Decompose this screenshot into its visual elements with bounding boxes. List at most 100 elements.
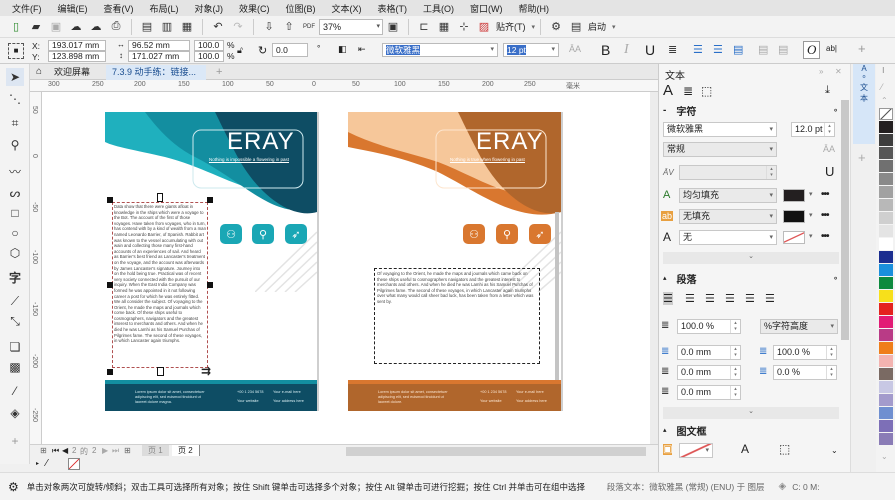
palette-color-swatch[interactable] bbox=[879, 329, 893, 341]
menu-bitmaps[interactable]: 位图(B) bbox=[286, 2, 316, 15]
palette-color-swatch[interactable] bbox=[879, 316, 893, 328]
palette-color-swatch[interactable] bbox=[879, 238, 893, 250]
text-align-icon[interactable]: ≣ bbox=[668, 43, 677, 56]
outline-width-select[interactable]: 无 ▾ bbox=[679, 230, 777, 245]
freehand-tool-icon[interactable]: 〰 bbox=[6, 162, 24, 180]
text-overflow-tab-top[interactable] bbox=[157, 193, 163, 202]
selection-handle[interactable] bbox=[107, 369, 113, 375]
palette-color-swatch[interactable] bbox=[879, 394, 893, 406]
spin-arrows-icon[interactable]: ▴ ▾ bbox=[730, 366, 740, 379]
grid-icon[interactable]: ▦ bbox=[436, 19, 452, 35]
options-gear-icon[interactable]: ⚙ bbox=[548, 19, 564, 35]
chevron-down-icon[interactable]: ▾ bbox=[809, 190, 813, 198]
word-spacing-input[interactable]: 0.0 % ▴ ▾ bbox=[773, 365, 837, 380]
menu-window[interactable]: 窗口(W) bbox=[470, 2, 503, 15]
frame-section-header[interactable]: ▴ 图文框 bbox=[663, 422, 839, 438]
palette-menu-icon[interactable]: ⁝ bbox=[882, 66, 885, 75]
page-1-body-text-frame[interactable]: Data show that there were giants afloat … bbox=[112, 202, 208, 368]
docker-close-icon[interactable]: ✕ bbox=[835, 67, 842, 76]
page-2-body-text-frame[interactable]: Of voyaging to the Orient, he made the m… bbox=[374, 268, 540, 364]
pdf-icon[interactable]: PDF bbox=[301, 19, 317, 35]
cloud-export-icon[interactable]: ☁ bbox=[88, 19, 104, 35]
snap-to-button[interactable]: 贴齐(T) bbox=[496, 20, 526, 33]
zoom-tool-icon[interactable]: ⚲ bbox=[6, 136, 24, 154]
opentype-button[interactable]: O bbox=[803, 41, 821, 59]
palette-color-swatch[interactable] bbox=[879, 160, 893, 172]
palette-color-swatch[interactable] bbox=[879, 290, 893, 302]
text-tool-icon[interactable]: 字 bbox=[6, 268, 24, 286]
no-color-swatch[interactable] bbox=[68, 458, 80, 470]
palette-color-swatch[interactable] bbox=[879, 420, 893, 432]
font-family-select[interactable]: 微软雅黑 ▾ bbox=[382, 43, 498, 57]
add-icon[interactable]: + bbox=[858, 41, 866, 56]
horizontal-scrollbar[interactable] bbox=[346, 447, 646, 456]
outline-color-swatch[interactable] bbox=[783, 231, 805, 244]
home-icon[interactable]: ⌂ bbox=[36, 66, 42, 77]
vertical-scrollbar[interactable] bbox=[650, 92, 658, 444]
vertical-ruler[interactable]: 50 0 -50 -100 -150 -200 -250 bbox=[30, 92, 42, 444]
left-indent-input[interactable]: 0.0 mm ▴ ▾ bbox=[677, 345, 741, 360]
font-size-select[interactable]: 12 pt ▾ bbox=[503, 43, 559, 57]
apply-to-all-icon[interactable]: ⤓ bbox=[825, 84, 830, 97]
background-fill-type-select[interactable]: 无填充 ▾ bbox=[679, 209, 777, 224]
text-docker-tab[interactable]: Aᵒ文本 bbox=[853, 64, 875, 144]
horizontal-ruler[interactable]: 300 250 200 150 100 50 0 50 100 150 200 … bbox=[30, 80, 658, 92]
frame-background-icon[interactable]: ▣ bbox=[663, 444, 673, 455]
bullet-list-icon[interactable]: ☰ bbox=[693, 43, 703, 56]
paragraph-tab-icon[interactable]: ≣ bbox=[683, 84, 693, 98]
menu-text[interactable]: 文本(X) bbox=[332, 2, 362, 15]
font-family-list[interactable]: 微软雅黑 ▾ bbox=[663, 122, 777, 137]
menu-table[interactable]: 表格(T) bbox=[378, 2, 408, 15]
new-document-icon[interactable]: ▯ bbox=[8, 19, 24, 35]
ellipse-tool-icon[interactable]: ○ bbox=[6, 224, 24, 242]
palette-color-swatch[interactable] bbox=[879, 225, 893, 237]
tab-welcome-screen[interactable]: 欢迎屏幕 bbox=[48, 65, 96, 80]
text-flow-tab-bottom[interactable] bbox=[157, 367, 164, 376]
rulers-icon[interactable]: ⊏ bbox=[416, 19, 432, 35]
docker-scrollbar[interactable] bbox=[841, 100, 849, 340]
palette-color-swatch[interactable] bbox=[879, 433, 893, 445]
add-page-after-icon[interactable]: ⊞ bbox=[124, 446, 131, 455]
palette-color-swatch[interactable] bbox=[879, 381, 893, 393]
open-icon[interactable]: ▰ bbox=[28, 19, 44, 35]
palette-color-swatch[interactable] bbox=[879, 264, 893, 276]
copy-icon[interactable]: ▥ bbox=[159, 19, 175, 35]
guidelines-icon[interactable]: ⊹ bbox=[456, 19, 472, 35]
first-page-icon[interactable]: ⏮ bbox=[52, 446, 59, 456]
interactive-fill-icon[interactable]: ◈ bbox=[6, 404, 24, 422]
font-size-increase-icon[interactable]: ĀA bbox=[569, 44, 581, 54]
scroll-down-icon[interactable]: ⌄ bbox=[831, 446, 838, 455]
export-icon[interactable]: ⇧ bbox=[281, 19, 297, 35]
page-1-flyer[interactable]: ERAY Nothing is impossible a flowering i… bbox=[105, 112, 317, 411]
numbered-list-icon[interactable]: ☰ bbox=[713, 43, 723, 56]
expand-arrow-icon[interactable]: ▸ bbox=[36, 460, 39, 467]
palette-color-swatch[interactable] bbox=[879, 407, 893, 419]
add-tool-icon[interactable]: + bbox=[6, 432, 24, 450]
palette-color-swatch[interactable] bbox=[879, 173, 893, 185]
chevron-down-icon[interactable]: ▾ bbox=[532, 23, 536, 31]
selection-handle[interactable] bbox=[207, 282, 213, 288]
drop-cap-icon[interactable]: ▤ bbox=[733, 43, 743, 56]
scale-x-input[interactable]: 100.0 bbox=[194, 40, 224, 51]
settings-dot-icon[interactable]: ⚬ bbox=[832, 106, 839, 115]
align-center-icon[interactable]: ☰ bbox=[705, 292, 715, 305]
rotation-input[interactable]: 0.0 bbox=[272, 43, 308, 57]
next-page-icon[interactable]: ▶ bbox=[102, 446, 108, 455]
first-line-indent-input[interactable]: 0.0 mm ▴ ▾ bbox=[677, 365, 741, 380]
y-position-input[interactable]: 123.898 mm bbox=[48, 51, 106, 62]
shape-tool-icon[interactable]: ⋱ bbox=[6, 90, 24, 108]
print-icon[interactable]: ⎙ bbox=[108, 19, 124, 35]
chevron-down-icon[interactable]: ▾ bbox=[612, 23, 616, 31]
tab-document[interactable]: 7.3.9 动手练：链接... bbox=[106, 65, 206, 80]
menu-effects[interactable]: 效果(C) bbox=[239, 2, 270, 15]
selection-handle[interactable] bbox=[207, 197, 213, 203]
force-justify-icon[interactable]: ☰ bbox=[765, 292, 775, 305]
justify-full-icon[interactable]: ☰ bbox=[745, 292, 755, 305]
full-screen-icon[interactable]: ▣ bbox=[385, 19, 401, 35]
palette-color-swatch[interactable] bbox=[879, 251, 893, 263]
zoom-level-select[interactable]: 37% ▾ bbox=[319, 18, 383, 35]
save-icon[interactable]: ▣ bbox=[48, 19, 64, 35]
status-gear-icon[interactable]: ⚙ bbox=[8, 480, 19, 494]
palette-color-swatch[interactable] bbox=[879, 212, 893, 224]
menu-file[interactable]: 文件(F) bbox=[12, 2, 42, 15]
